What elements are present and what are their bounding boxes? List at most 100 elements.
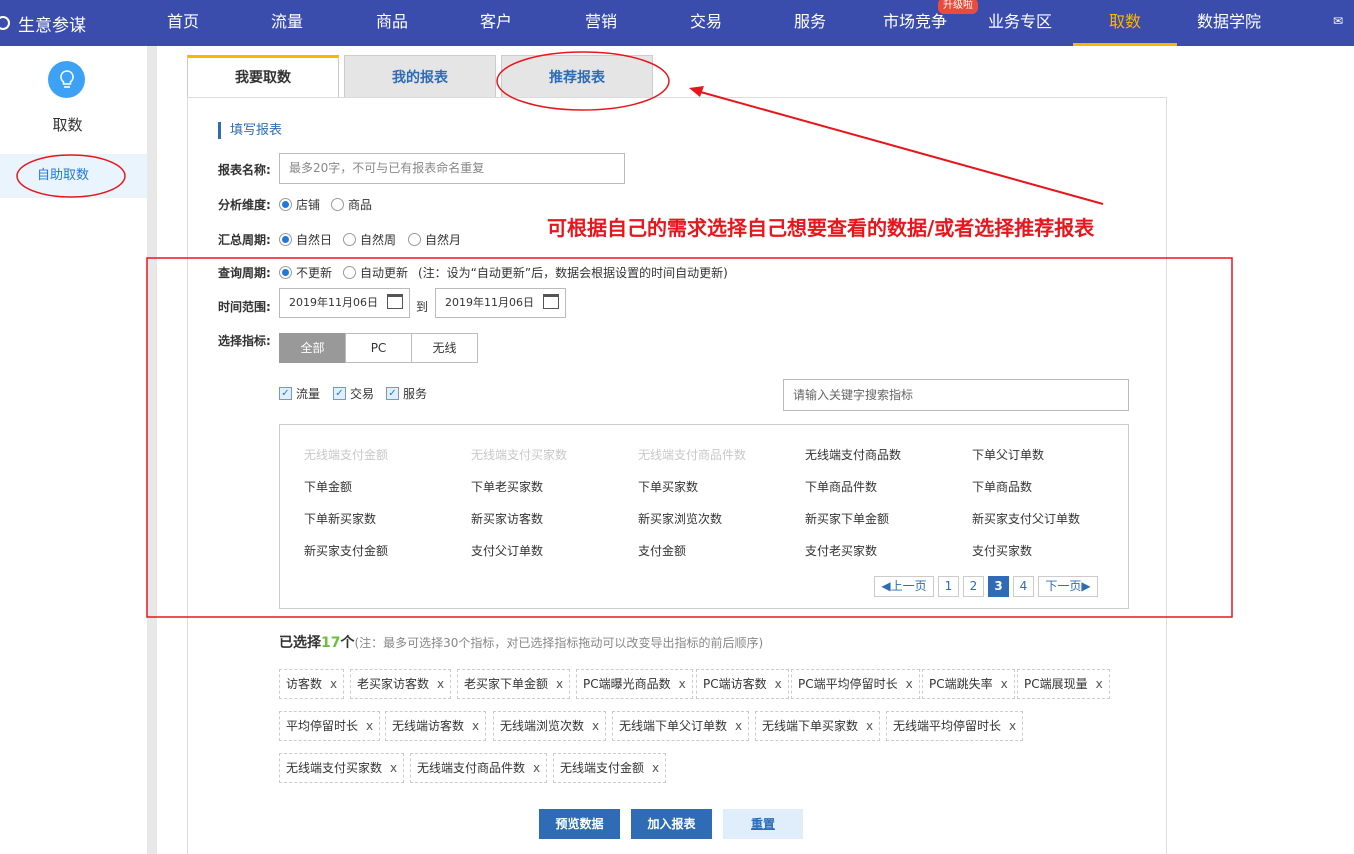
date-to-input[interactable]: 2019年11月06日 <box>435 288 566 318</box>
selected-chip[interactable]: 无线端支付金额 x <box>553 753 667 783</box>
metric-item[interactable]: 支付老买家数 <box>805 542 877 559</box>
selected-chip[interactable]: 无线端访客数 x <box>385 711 487 741</box>
nav-traffic[interactable]: 流量 <box>271 0 303 46</box>
selected-chip[interactable]: PC端展现量 x <box>1017 669 1110 699</box>
pager-page-2[interactable]: 2 <box>963 576 984 597</box>
metric-item[interactable]: 下单老买家数 <box>471 478 543 495</box>
close-icon[interactable]: x <box>652 761 659 775</box>
add-report-button[interactable]: 加入报表 <box>631 809 712 839</box>
radio-no-update[interactable]: 不更新 <box>279 264 332 281</box>
metric-item[interactable]: 新买家支付金额 <box>304 542 388 559</box>
metric-item[interactable]: 下单买家数 <box>638 478 698 495</box>
nav-data-fetch[interactable]: 取数 <box>1073 0 1177 46</box>
chip-label: 无线端支付买家数 <box>286 761 383 775</box>
nav-marketing[interactable]: 营销 <box>585 0 617 46</box>
calendar-icon[interactable] <box>543 294 559 309</box>
radio-store[interactable]: 店铺 <box>279 196 320 213</box>
close-icon[interactable]: x <box>1096 677 1103 691</box>
metric-item[interactable]: 无线端支付商品数 <box>805 446 901 463</box>
close-icon[interactable]: x <box>866 719 873 733</box>
close-icon[interactable]: x <box>533 761 540 775</box>
nav-transaction[interactable]: 交易 <box>690 0 722 46</box>
selected-chip[interactable]: 无线端下单买家数 x <box>755 711 881 741</box>
close-icon[interactable]: x <box>390 761 397 775</box>
selected-chip[interactable]: 无线端下单父订单数 x <box>612 711 750 741</box>
selected-chip[interactable]: PC端跳失率 x <box>922 669 1015 699</box>
app-logo[interactable]: 生意参谋 <box>0 0 86 46</box>
reset-button[interactable]: 重置 <box>723 809 803 839</box>
metric-item[interactable]: 新买家支付父订单数 <box>972 510 1080 527</box>
close-icon[interactable]: x <box>735 719 742 733</box>
nav-home[interactable]: 首页 <box>167 0 199 46</box>
selected-chip[interactable]: 访客数 x <box>279 669 345 699</box>
radio-week-label: 自然周 <box>360 233 397 247</box>
selected-chip[interactable]: PC端平均停留时长 x <box>791 669 920 699</box>
nav-business-zone[interactable]: 业务专区 <box>988 0 1052 46</box>
report-name-input[interactable]: 最多20字，不可与已有报表命名重复 <box>279 153 625 184</box>
close-icon[interactable]: x <box>556 677 563 691</box>
tab-my-reports[interactable]: 我的报表 <box>344 55 496 98</box>
metric-item[interactable]: 下单金额 <box>304 478 352 495</box>
close-icon[interactable]: x <box>366 719 373 733</box>
selected-chip[interactable]: PC端访客数 x <box>696 669 789 699</box>
selected-chip[interactable]: 无线端支付商品件数 x <box>410 753 548 783</box>
metric-item[interactable]: 下单父订单数 <box>972 446 1044 463</box>
close-icon[interactable]: x <box>1009 719 1016 733</box>
tab-recommended-reports[interactable]: 推荐报表 <box>501 55 653 98</box>
metric-item[interactable]: 新买家下单金额 <box>805 510 889 527</box>
calendar-icon[interactable] <box>387 294 403 309</box>
preview-button[interactable]: 预览数据 <box>539 809 620 839</box>
metric-item[interactable]: 新买家访客数 <box>471 510 543 527</box>
radio-week[interactable]: 自然周 <box>343 231 396 248</box>
metric-item[interactable]: 下单商品数 <box>972 478 1032 495</box>
checkbox-transaction[interactable]: ✓ 交易 <box>333 385 374 402</box>
selected-chip[interactable]: PC端曝光商品数 x <box>576 669 693 699</box>
selected-chip[interactable]: 平均停留时长 x <box>279 711 381 741</box>
selected-chip[interactable]: 无线端平均停留时长 x <box>886 711 1024 741</box>
close-icon[interactable]: x <box>437 677 444 691</box>
metric-item[interactable]: 支付金额 <box>638 542 686 559</box>
metric-item[interactable]: 新买家浏览次数 <box>638 510 722 527</box>
selected-chip[interactable]: 老买家访客数 x <box>350 669 452 699</box>
radio-auto-update[interactable]: 自动更新 <box>343 264 408 281</box>
radio-day[interactable]: 自然日 <box>279 231 332 248</box>
tab-fetch[interactable]: 我要取数 <box>187 55 339 99</box>
radio-store-label: 店铺 <box>296 198 321 212</box>
mail-icon[interactable]: ✉ <box>1333 14 1343 28</box>
metric-item[interactable]: 支付买家数 <box>972 542 1032 559</box>
pager-page-1[interactable]: 1 <box>938 576 959 597</box>
pager-page-4[interactable]: 4 <box>1013 576 1034 597</box>
pager-page-3[interactable]: 3 <box>988 576 1009 597</box>
close-icon[interactable]: x <box>679 677 686 691</box>
close-icon[interactable]: x <box>906 677 913 691</box>
selected-chip[interactable]: 老买家下单金额 x <box>457 669 571 699</box>
nav-service[interactable]: 服务 <box>794 0 826 46</box>
segment-all[interactable]: 全部 <box>279 333 346 363</box>
selected-chip[interactable]: 无线端浏览次数 x <box>493 711 607 741</box>
close-icon[interactable]: x <box>775 677 782 691</box>
segment-wireless[interactable]: 无线 <box>411 333 478 363</box>
checkbox-service[interactable]: ✓ 服务 <box>386 385 427 402</box>
nav-data-academy[interactable]: 数据学院 <box>1197 0 1261 46</box>
close-icon[interactable]: x <box>1001 677 1008 691</box>
metric-item[interactable]: 下单新买家数 <box>304 510 376 527</box>
segment-pc[interactable]: PC <box>345 333 412 363</box>
metric-item[interactable]: 下单商品件数 <box>805 478 877 495</box>
nav-product[interactable]: 商品 <box>376 0 408 46</box>
radio-month[interactable]: 自然月 <box>408 231 461 248</box>
close-icon[interactable]: x <box>330 677 337 691</box>
nav-customer[interactable]: 客户 <box>480 0 512 46</box>
close-icon[interactable]: x <box>472 719 479 733</box>
selected-chip[interactable]: 无线端支付买家数 x <box>279 753 405 783</box>
radio-no-update-label: 不更新 <box>296 266 333 280</box>
metric-item[interactable]: 支付父订单数 <box>471 542 543 559</box>
date-from-input[interactable]: 2019年11月06日 <box>279 288 410 318</box>
radio-product[interactable]: 商品 <box>331 196 372 213</box>
pager-next-button[interactable]: 下一页▶ <box>1038 576 1098 597</box>
metric-item: 无线端支付买家数 <box>471 448 568 462</box>
close-icon[interactable]: x <box>592 719 599 733</box>
metric-search-input[interactable]: 请输入关键字搜索指标 <box>783 379 1129 411</box>
checkbox-traffic[interactable]: ✓ 流量 <box>279 385 320 402</box>
annotation-ellipse-sidebar <box>16 154 126 198</box>
pager-prev-button[interactable]: ◀上一页 <box>874 576 934 597</box>
